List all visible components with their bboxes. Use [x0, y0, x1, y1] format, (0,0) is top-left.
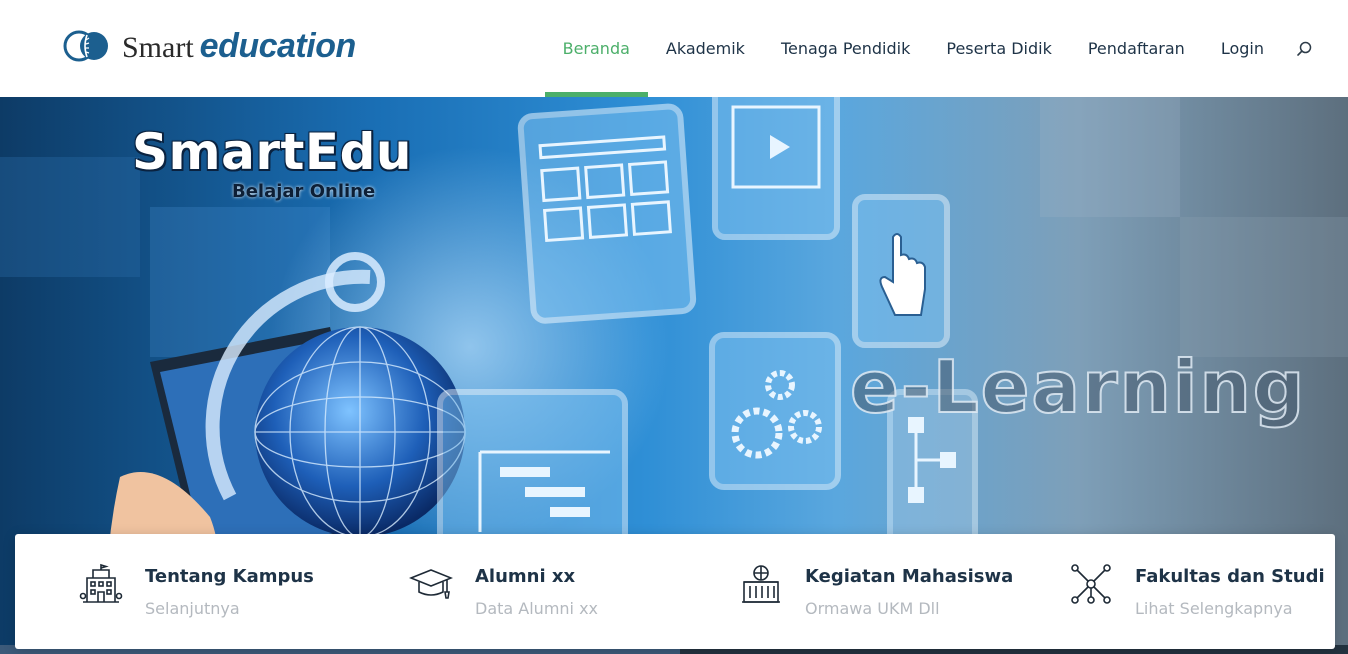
hero-elearning-text: e-Learning [849, 344, 1307, 430]
student-activity-icon [742, 565, 780, 603]
logo-wordmark: Smart education [122, 27, 356, 66]
feature-subtitle[interactable]: Selanjutnya [145, 599, 240, 618]
feature-kegiatan-mahasiswa[interactable]: Kegiatan Mahasiswa Ormawa UKM Dll [675, 534, 1013, 649]
hero-brand-subtitle: Belajar Online [232, 181, 376, 202]
nav-item-login[interactable]: Login [1203, 0, 1282, 97]
main-nav: Beranda Akademik Tenaga Pendidik Peserta… [544, 0, 1312, 97]
feature-tentang-kampus[interactable]: Tentang Kampus Selanjutnya [15, 534, 345, 649]
feature-alumni[interactable]: Alumni xx Data Alumni xx [345, 534, 675, 649]
feature-subtitle[interactable]: Ormawa UKM Dll [805, 599, 940, 618]
logo-mark-icon [63, 30, 108, 62]
nav-item-akademik[interactable]: Akademik [648, 0, 763, 97]
feature-title: Fakultas dan Studi [1135, 566, 1325, 587]
graduation-cap-icon [409, 569, 453, 599]
logo-word-smart: Smart [122, 30, 194, 64]
feature-fakultas-studi[interactable]: Fakultas dan Studi Lihat Selengkapnya [1005, 534, 1335, 649]
feature-title: Kegiatan Mahasiswa [805, 566, 1014, 587]
feature-title: Tentang Kampus [145, 566, 314, 587]
campus-building-icon [79, 563, 123, 603]
nav-item-pendaftaran[interactable]: Pendaftaran [1070, 0, 1203, 97]
feature-subtitle[interactable]: Lihat Selengkapnya [1135, 599, 1293, 618]
logo-word-education: education [199, 26, 357, 65]
hero-brand-title: SmartEdu [132, 123, 412, 181]
nav-item-beranda[interactable]: Beranda [544, 0, 649, 97]
nav-item-tenaga-pendidik[interactable]: Tenaga Pendidik [763, 0, 928, 97]
site-header: Smart education Beranda Akademik Tenaga … [0, 0, 1348, 97]
feature-card: Tentang Kampus Selanjutnya Alumni xx Dat… [15, 534, 1335, 649]
site-logo[interactable]: Smart education [62, 26, 356, 66]
nav-item-peserta-didik[interactable]: Peserta Didik [928, 0, 1069, 97]
feature-title: Alumni xx [475, 566, 576, 587]
hero-brand: SmartEdu Belajar Online [132, 123, 412, 202]
feature-subtitle[interactable]: Data Alumni xx [475, 599, 598, 618]
search-icon [1297, 41, 1312, 56]
network-icon [1071, 564, 1111, 604]
search-button[interactable] [1282, 0, 1312, 97]
